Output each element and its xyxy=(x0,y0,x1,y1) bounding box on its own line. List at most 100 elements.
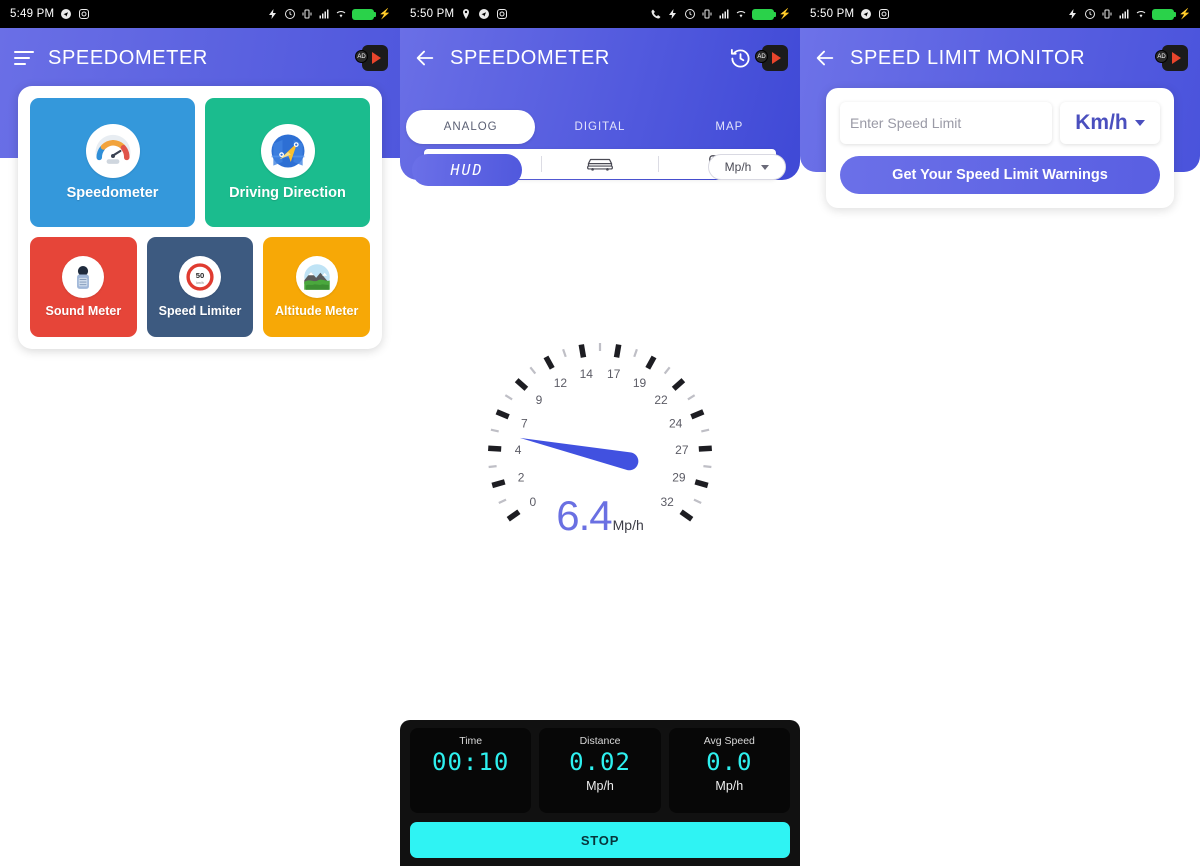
view-mode-tabs: ANALOG DIGITAL MAP xyxy=(400,110,800,144)
hamburger-icon[interactable] xyxy=(14,51,34,65)
get-speed-limit-warnings-button[interactable]: Get Your Speed Limit Warnings xyxy=(840,156,1160,194)
svg-text:17: 17 xyxy=(607,367,621,381)
speed-readout: 6.4 Mp/h xyxy=(400,495,800,537)
vibrate-icon xyxy=(1102,9,1112,19)
vpn-icon xyxy=(1068,9,1076,19)
ad-badge-icon[interactable]: AD xyxy=(755,45,788,71)
gauge-tick-labels: 024791214 17192224272932 xyxy=(515,367,689,509)
signal-icon xyxy=(319,9,329,19)
feature-row-primary: Speedometer Driving Direction xyxy=(30,98,370,227)
speed-limit-form-card: Km/h Get Your Speed Limit Warnings xyxy=(826,88,1174,208)
tab-analog[interactable]: ANALOG xyxy=(406,110,536,144)
vpn-icon xyxy=(268,9,276,19)
feature-row-secondary: Sound Meter 50 km/h Speed Limiter Altitu… xyxy=(30,237,371,337)
status-bar: 5:49 PM ⚡ xyxy=(0,0,400,28)
app-bar-actions: AD xyxy=(1155,28,1188,88)
sidebar-item-label: Speedometer xyxy=(66,185,159,201)
stat-value: 0.02 xyxy=(569,748,631,776)
app-bar: SPEEDOMETER AD xyxy=(400,28,800,88)
vibrate-icon xyxy=(702,9,712,19)
sidebar-item-speed-limiter[interactable]: 50 km/h Speed Limiter xyxy=(146,237,254,337)
page-title: SPEEDOMETER xyxy=(450,46,610,69)
stat-unit: Mp/h xyxy=(586,779,614,794)
microphone-icon xyxy=(62,256,105,298)
sidebar-item-sound-meter[interactable]: Sound Meter xyxy=(30,237,137,337)
instagram-icon xyxy=(879,9,890,19)
status-bar-left: 5:49 PM xyxy=(10,8,90,20)
trip-stats-panel: Time 00:10 Distance 0.02 Mp/h Avg Speed … xyxy=(400,720,800,866)
alarm-icon xyxy=(284,9,295,19)
stat-time: Time 00:10 xyxy=(410,728,532,813)
svg-text:24: 24 xyxy=(669,416,683,430)
sidebar-item-driving-direction[interactable]: Driving Direction xyxy=(205,98,370,227)
hud-button[interactable]: HUD xyxy=(412,154,522,186)
signal-icon xyxy=(719,9,729,19)
stat-distance: Distance 0.02 Mp/h xyxy=(539,728,661,813)
chevron-down-icon xyxy=(761,164,770,170)
signal-icon xyxy=(1119,9,1129,19)
screen-speed-limit-monitor: 5:50 PM ⚡ SPEED LIMIT MONITOR AD Enter S… xyxy=(800,0,1200,866)
status-bar-right: ⚡ xyxy=(1067,0,1191,28)
gauge-needle xyxy=(519,437,639,471)
telegram-icon xyxy=(861,9,872,19)
wifi-icon xyxy=(336,11,345,18)
screen-home: 5:49 PM ⚡ SPEEDOMETER AD Speedometer Dri… xyxy=(0,0,400,866)
svg-text:km/h: km/h xyxy=(196,281,203,285)
chevron-down-icon xyxy=(1134,120,1145,126)
vpn-icon xyxy=(668,9,676,19)
sidebar-item-speedometer[interactable]: Speedometer xyxy=(30,98,195,227)
ad-badge-icon[interactable]: AD xyxy=(355,45,388,71)
location-icon xyxy=(463,9,470,19)
play-triangle-icon xyxy=(371,52,381,64)
charging-bolt-icon: ⚡ xyxy=(778,8,791,20)
status-bar: 5:50 PM ⚡ xyxy=(800,0,1200,28)
ad-label: AD xyxy=(1155,50,1168,63)
screen-speedometer: 5:50 PM ⚡ SPEEDOMETER AD ANALOG DIGITAL … xyxy=(400,0,800,866)
speed-limit-input[interactable] xyxy=(840,102,1052,144)
sidebar-item-altitude-meter[interactable]: Altitude Meter xyxy=(263,237,371,337)
sidebar-item-label: Driving Direction xyxy=(229,185,346,201)
speed-limit-input-row: Km/h xyxy=(840,102,1160,144)
car-icon xyxy=(587,158,613,171)
history-clock-icon[interactable] xyxy=(729,47,752,70)
status-bar-right: ⚡ xyxy=(650,0,791,28)
unit-selector[interactable]: Mp/h xyxy=(708,154,786,180)
analog-gauge: 0 2 4 7 9 12 14 17 19 22 24 27 29 32 xyxy=(400,300,800,590)
gauge-svg: 024791214 17192224272932 xyxy=(488,343,712,522)
charging-bolt-icon: ⚡ xyxy=(1178,8,1191,20)
svg-text:14: 14 xyxy=(580,367,594,381)
alarm-icon xyxy=(684,9,695,19)
call-icon xyxy=(651,9,661,19)
sidebar-item-label: Altitude Meter xyxy=(275,304,359,318)
back-arrow-icon[interactable] xyxy=(414,47,436,69)
stat-avg-speed: Avg Speed 0.0 Mp/h xyxy=(668,728,790,813)
ad-badge-icon[interactable]: AD xyxy=(1155,45,1188,71)
status-bar-left: 5:50 PM xyxy=(410,8,508,20)
status-bar-right: ⚡ xyxy=(267,0,391,28)
compass-map-icon xyxy=(260,124,315,178)
stat-value: 0.0 xyxy=(706,748,753,776)
unit-dropdown[interactable]: Km/h xyxy=(1060,102,1160,144)
back-arrow-icon[interactable] xyxy=(814,47,836,69)
stat-value: 00:10 xyxy=(432,748,510,776)
vehicle-mode-car[interactable] xyxy=(542,155,659,173)
stat-unit: Mp/h xyxy=(715,779,744,794)
app-bar: SPEED LIMIT MONITOR AD xyxy=(800,28,1200,88)
stats-row: Time 00:10 Distance 0.02 Mp/h Avg Speed … xyxy=(410,728,790,813)
app-bar-actions: AD xyxy=(729,28,788,88)
app-bar-actions: AD xyxy=(355,28,388,88)
svg-text:19: 19 xyxy=(633,376,647,390)
sidebar-item-label: Speed Limiter xyxy=(158,304,242,318)
tab-digital[interactable]: DIGITAL xyxy=(535,110,664,144)
stop-button[interactable]: STOP xyxy=(410,822,790,858)
page-title: SPEED LIMIT MONITOR xyxy=(850,46,1086,69)
stat-label: Avg Speed xyxy=(703,735,755,747)
play-triangle-icon xyxy=(1171,52,1181,64)
instagram-icon xyxy=(79,9,90,19)
alarm-icon xyxy=(1084,9,1095,19)
status-time: 5:49 PM xyxy=(10,8,55,20)
status-time: 5:50 PM xyxy=(810,8,855,20)
svg-text:4: 4 xyxy=(515,443,522,457)
tab-map[interactable]: MAP xyxy=(665,110,794,144)
telegram-icon xyxy=(479,9,490,19)
